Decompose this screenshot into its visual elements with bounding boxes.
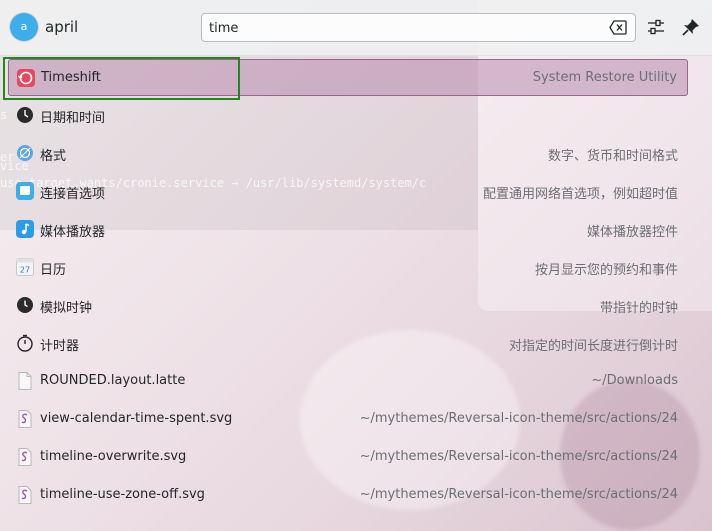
- result-subtitle: 对指定的时间长度进行倒计时: [508, 339, 678, 354]
- result-row[interactable]: timeline-overwrite.svg ~/mythemes/Revers…: [8, 439, 688, 476]
- result-subtitle: ~/mythemes/Reversal-icon-theme/src/actio…: [359, 411, 678, 426]
- clock-icon: [16, 106, 34, 124]
- result-title: ROUNDED.layout.latte: [40, 373, 186, 388]
- result-row[interactable]: 格式 数字、货币和时间格式: [8, 135, 688, 172]
- result-row[interactable]: 27 日历 按月显示您的预约和事件: [8, 249, 688, 286]
- result-title: 媒体播放器: [40, 225, 106, 240]
- result-row[interactable]: view-calendar-time-spent.svg ~/mythemes/…: [8, 401, 688, 438]
- search-results-list: Timeshift System Restore Utility 日期和时间 格…: [0, 56, 712, 531]
- result-title: 模拟时钟: [40, 301, 93, 316]
- result-title: 连接首选项: [40, 187, 106, 202]
- svg-text:27: 27: [20, 266, 30, 275]
- network-preferences-icon: [16, 182, 34, 200]
- locale-format-icon: [16, 144, 34, 162]
- settings-sliders-icon[interactable]: [645, 16, 667, 38]
- svg-file-icon: [16, 448, 34, 466]
- result-title: 格式: [40, 149, 67, 164]
- result-title: 日期和时间: [40, 111, 106, 126]
- search-box: [201, 13, 636, 42]
- svg-file-icon: [16, 486, 34, 504]
- launcher-header: a april: [0, 0, 712, 56]
- svg-file-icon: [16, 410, 34, 428]
- result-row[interactable]: 计时器 对指定的时间长度进行倒计时: [8, 325, 688, 362]
- result-row[interactable]: 连接首选项 配置通用网络首选项，例如超时值: [8, 173, 688, 210]
- result-subtitle: ~/mythemes/Reversal-icon-theme/src/actio…: [359, 449, 678, 464]
- result-subtitle: System Restore Utility: [532, 70, 677, 85]
- result-row[interactable]: 模拟时钟 带指针的时钟: [8, 287, 688, 324]
- timer-icon: [16, 334, 34, 352]
- analog-clock-icon: [16, 296, 34, 314]
- media-player-icon: [16, 220, 34, 238]
- pin-icon[interactable]: [680, 16, 702, 38]
- result-row[interactable]: 媒体播放器 媒体播放器控件: [8, 211, 688, 248]
- result-subtitle: 媒体播放器控件: [586, 225, 678, 240]
- search-input[interactable]: [207, 17, 606, 40]
- result-title: 日历: [40, 263, 67, 278]
- file-icon: [16, 372, 34, 390]
- username: april: [45, 18, 79, 36]
- result-row[interactable]: timeline-use-zone-off.svg ~/mythemes/Rev…: [8, 477, 688, 514]
- clear-icon[interactable]: [609, 20, 627, 35]
- result-title: timeline-overwrite.svg: [40, 449, 187, 464]
- result-row[interactable]: ROUNDED.layout.latte ~/Downloads: [8, 363, 688, 400]
- result-subtitle: 带指针的时钟: [599, 301, 678, 316]
- result-title: timeline-use-zone-off.svg: [40, 487, 205, 502]
- result-subtitle: 配置通用网络首选项，例如超时值: [482, 187, 678, 202]
- calendar-icon: 27: [16, 258, 34, 276]
- result-row[interactable]: 日期和时间: [8, 97, 688, 134]
- avatar[interactable]: a: [10, 13, 38, 41]
- result-subtitle: 数字、货币和时间格式: [547, 149, 678, 164]
- result-subtitle: ~/mythemes/Reversal-icon-theme/src/actio…: [359, 487, 678, 502]
- result-subtitle: 按月显示您的预约和事件: [534, 263, 678, 278]
- highlight-annotation-box: [3, 57, 240, 100]
- result-title: 计时器: [40, 339, 80, 354]
- result-subtitle: ~/Downloads: [591, 373, 678, 388]
- result-title: view-calendar-time-spent.svg: [40, 411, 233, 426]
